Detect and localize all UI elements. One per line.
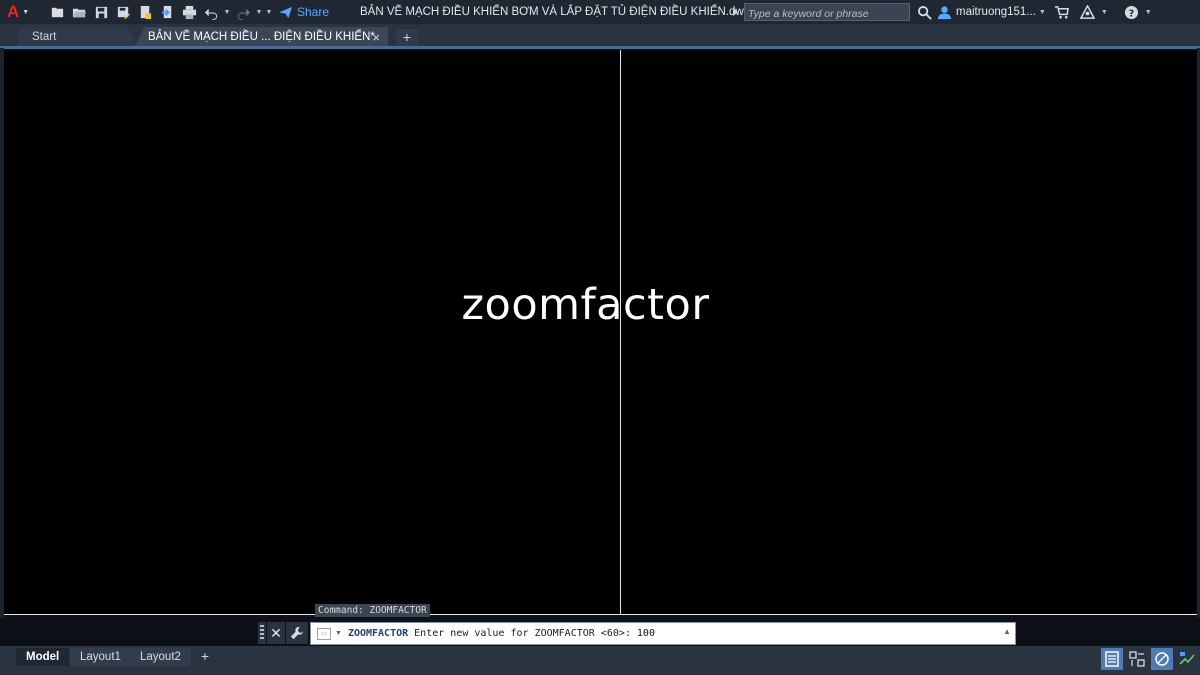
open-icon[interactable] bbox=[68, 0, 90, 24]
grid-icon[interactable] bbox=[1126, 648, 1148, 670]
title-bar: A ▼ ▼ ▼ ▼ Share BẢN VẼ MẠCH ĐIỀU KHIỂN B… bbox=[0, 0, 1200, 24]
undo-dropdown-icon[interactable]: ▼ bbox=[222, 0, 232, 24]
crosshair-horizontal bbox=[4, 614, 1197, 615]
customize-icon[interactable] bbox=[286, 622, 308, 644]
export-icon[interactable] bbox=[156, 0, 178, 24]
user-icon[interactable] bbox=[934, 0, 954, 24]
model-space-icon[interactable] bbox=[1101, 648, 1123, 670]
close-icon[interactable]: ✕ bbox=[267, 622, 285, 644]
autodesk-apps-icon[interactable] bbox=[1078, 0, 1098, 24]
new-tab-button[interactable]: + bbox=[396, 29, 418, 46]
crosshair-vertical bbox=[620, 50, 621, 615]
search-input[interactable] bbox=[745, 6, 909, 22]
redo-icon[interactable] bbox=[232, 0, 254, 24]
save-icon[interactable] bbox=[90, 0, 112, 24]
redo-dropdown-icon[interactable]: ▼ bbox=[254, 0, 264, 24]
search-icon[interactable] bbox=[914, 0, 934, 24]
annotation-icon[interactable] bbox=[1176, 648, 1198, 670]
publish-icon[interactable] bbox=[134, 0, 156, 24]
close-icon[interactable]: × bbox=[372, 27, 380, 48]
save-as-icon[interactable] bbox=[112, 0, 134, 24]
new-icon[interactable] bbox=[46, 0, 68, 24]
share-button[interactable]: Share bbox=[278, 0, 329, 24]
tab-document[interactable]: BẢN VẼ MẠCH ĐIỀU ... ĐIỆN ĐIỀU KHIỂN* × bbox=[134, 27, 388, 48]
chevron-down-icon[interactable]: ▼ bbox=[1039, 9, 1046, 16]
command-line-grip-icon[interactable] bbox=[258, 622, 266, 644]
ortho-icon[interactable] bbox=[1151, 648, 1173, 670]
command-line-input[interactable]: ▭ ▼ ZOOMFACTOR Enter new value for ZOOMF… bbox=[310, 622, 1016, 645]
cart-icon[interactable] bbox=[1052, 0, 1072, 24]
right-toolbar: maitruong151... ▼ ▼ ? ▼ bbox=[914, 0, 1158, 24]
command-name: ZOOMFACTOR bbox=[347, 628, 409, 639]
help-icon[interactable]: ? bbox=[1122, 0, 1142, 24]
tab-start[interactable]: Start bbox=[18, 27, 138, 48]
command-value[interactable]: 100 bbox=[637, 628, 655, 639]
print-icon[interactable] bbox=[178, 0, 200, 24]
layout-tab-layout1[interactable]: Layout1 bbox=[70, 648, 131, 666]
autocad-logo-icon: A bbox=[7, 2, 20, 21]
search-box[interactable] bbox=[744, 3, 910, 22]
drawing-canvas[interactable]: zoomfactor bbox=[4, 50, 1197, 615]
command-history: Command: ZOOMFACTOR bbox=[315, 604, 430, 617]
recent-commands-icon[interactable]: ▭ bbox=[317, 627, 331, 640]
application-menu-button[interactable]: A ▼ bbox=[0, 0, 32, 24]
chevron-up-icon[interactable]: ▲ bbox=[1003, 627, 1011, 636]
tab-label: Start bbox=[32, 31, 57, 43]
user-name[interactable]: maitruong151... bbox=[956, 6, 1036, 18]
chevron-down-icon[interactable]: ▼ bbox=[1101, 9, 1108, 16]
overlay-caption: zoomfactor bbox=[461, 280, 710, 330]
chevron-down-icon: ▼ bbox=[22, 8, 30, 16]
command-prompt: Enter new value for ZOOMFACTOR <60>: bbox=[414, 628, 631, 639]
tab-label: BẢN VẼ MẠCH ĐIỀU ... ĐIỆN ĐIỀU KHIỂN* bbox=[148, 31, 375, 43]
share-label: Share bbox=[297, 5, 330, 19]
status-bar: Model Layout1 Layout2 + bbox=[0, 646, 1200, 675]
chevron-down-icon[interactable]: ▼ bbox=[335, 630, 342, 637]
chevron-down-icon[interactable]: ▼ bbox=[1145, 9, 1152, 16]
tab-underline bbox=[0, 46, 1200, 49]
layout-tab-layout2[interactable]: Layout2 bbox=[130, 648, 191, 666]
new-layout-button[interactable]: + bbox=[196, 648, 214, 666]
customize-toolbar-icon[interactable]: ▼ bbox=[264, 0, 274, 24]
svg-text:?: ? bbox=[1129, 8, 1134, 19]
undo-icon[interactable] bbox=[200, 0, 222, 24]
file-tab-bar: Start BẢN VẼ MẠCH ĐIỀU ... ĐIỆN ĐIỀU KHI… bbox=[0, 24, 1200, 48]
search-expand-icon[interactable] bbox=[733, 8, 738, 16]
share-icon bbox=[278, 6, 293, 18]
layout-tab-model[interactable]: Model bbox=[16, 648, 70, 666]
document-title: BẢN VẼ MẠCH ĐIỀU KHIỂN BƠM VÀ LẮP ĐẶT TỦ… bbox=[360, 6, 751, 18]
